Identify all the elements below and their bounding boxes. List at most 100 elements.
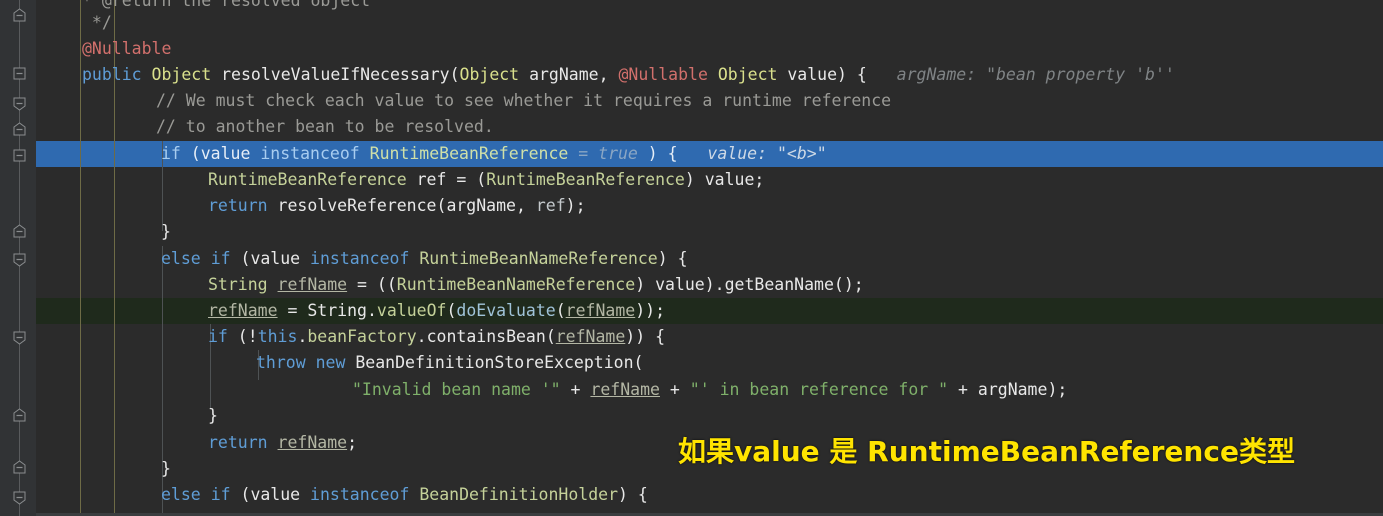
- code-token: value: [200, 144, 251, 163]
- code-token: return: [208, 196, 268, 215]
- code-token: if: [161, 144, 181, 163]
- code-line[interactable]: else if (value instanceof BeanDefinition…: [36, 482, 648, 508]
- code-line[interactable]: if (!this.beanFactory.containsBean(refNa…: [36, 324, 665, 350]
- code-line[interactable]: }: [36, 219, 171, 245]
- code-token: Object: [459, 65, 520, 84]
- code-token: .: [366, 301, 377, 320]
- code-token: argName: [446, 196, 516, 215]
- code-line[interactable]: public Object resolveValueIfNecessary(Ob…: [36, 62, 1175, 88]
- code-line[interactable]: if (value instanceof RuntimeBeanReferenc…: [36, 141, 827, 167]
- code-token: instanceof: [310, 485, 410, 504]
- code-token: value: "<b>": [677, 144, 827, 163]
- code-token: (: [436, 196, 447, 215]
- code-token: value: [250, 485, 301, 504]
- code-token: =: [277, 301, 308, 320]
- code-token: Object: [717, 65, 778, 84]
- code-token: beanFactory: [307, 327, 417, 346]
- code-line[interactable]: else if (value instanceof RuntimeBeanNam…: [36, 246, 688, 272]
- code-token: else: [161, 485, 201, 504]
- code-token: // We must check each value to see wheth…: [156, 91, 892, 110]
- code-token: ) {: [837, 65, 867, 84]
- code-token: +: [560, 380, 591, 399]
- fold-end-icon[interactable]: [12, 490, 27, 505]
- code-token: ): [635, 275, 656, 294]
- code-token: else: [161, 249, 201, 268]
- code-token: value: [250, 249, 301, 268]
- code-token: RuntimeBeanNameReference: [419, 249, 658, 268]
- code-line[interactable]: String refName = ((RuntimeBeanNameRefere…: [36, 272, 864, 298]
- code-line[interactable]: RuntimeBeanReference ref = (RuntimeBeanR…: [36, 167, 764, 193]
- editor-gutter[interactable]: [0, 0, 36, 516]
- code-token: ();: [833, 275, 864, 294]
- fold-start-icon[interactable]: [12, 224, 27, 239]
- code-token: @Nullable: [618, 65, 708, 84]
- code-line[interactable]: "Invalid bean name '" + refName + "' in …: [36, 377, 1067, 403]
- code-token: );: [565, 196, 586, 215]
- code-token: (: [230, 249, 251, 268]
- code-token: ): [684, 170, 705, 189]
- code-token: );: [1047, 380, 1068, 399]
- fold-start-icon[interactable]: [12, 148, 27, 163]
- code-token: "Invalid bean name '": [352, 380, 561, 399]
- code-token: ;: [754, 170, 765, 189]
- code-line[interactable]: */: [36, 10, 112, 36]
- code-line[interactable]: refName = String.valueOf(doEvaluate(refN…: [36, 298, 665, 324]
- code-token: containsBean: [426, 327, 546, 346]
- fold-start-icon[interactable]: [12, 8, 27, 23]
- code-line[interactable]: @Nullable: [36, 36, 171, 62]
- code-token: (: [230, 485, 251, 504]
- code-token: ) {: [618, 485, 648, 504]
- fold-end-icon[interactable]: [12, 252, 27, 267]
- code-token: Object: [151, 65, 212, 84]
- code-token: if: [210, 249, 231, 268]
- fold-start-icon[interactable]: [12, 460, 27, 475]
- code-token: public: [82, 65, 142, 84]
- code-token: if: [208, 327, 228, 346]
- code-token: ) {: [657, 249, 688, 268]
- fold-start-icon[interactable]: [12, 408, 27, 423]
- code-line[interactable]: // to another bean to be resolved.: [36, 114, 494, 140]
- code-token: (: [633, 353, 644, 372]
- code-editor[interactable]: * @return the resolved object */ @Nullabl…: [0, 0, 1383, 516]
- code-token: }: [161, 222, 171, 241]
- code-line[interactable]: }: [36, 403, 218, 429]
- code-token: doEvaluate: [456, 301, 556, 320]
- code-token: +: [948, 380, 978, 399]
- yellow-annotation-overlay: 如果value 是 RuntimeBeanReference类型: [678, 435, 1295, 468]
- code-token: BeanDefinitionStoreException: [355, 353, 634, 372]
- code-line[interactable]: return refName;: [36, 430, 357, 456]
- code-line[interactable]: // We must check each value to see wheth…: [36, 88, 891, 114]
- code-token: * @return the resolved object: [82, 0, 371, 10]
- code-token: refName: [590, 380, 660, 399]
- code-token: ;: [347, 433, 358, 452]
- code-token: getBeanName: [724, 275, 834, 294]
- code-token: BeanDefinitionHolder: [419, 485, 619, 504]
- code-token: ));: [635, 301, 666, 320]
- code-token: this: [257, 327, 298, 346]
- fold-start-icon[interactable]: [12, 122, 27, 137]
- fold-end-icon[interactable]: [12, 96, 27, 111]
- code-token: ) {: [637, 144, 678, 163]
- code-line[interactable]: return resolveReference(argName, ref);: [36, 193, 586, 219]
- code-token: argName: [977, 380, 1048, 399]
- fold-end-icon[interactable]: [12, 330, 27, 345]
- code-token: instanceof: [260, 144, 360, 163]
- code-token: resolveReference: [277, 196, 437, 215]
- code-token: (: [555, 301, 566, 320]
- code-line[interactable]: }: [36, 456, 171, 482]
- code-token: String: [307, 301, 367, 320]
- code-token: = true: [568, 144, 638, 163]
- fold-start-icon[interactable]: [12, 66, 27, 81]
- code-line[interactable]: throw new BeanDefinitionStoreException(: [36, 350, 643, 376]
- code-token: resolveValueIfNecessary: [221, 65, 450, 84]
